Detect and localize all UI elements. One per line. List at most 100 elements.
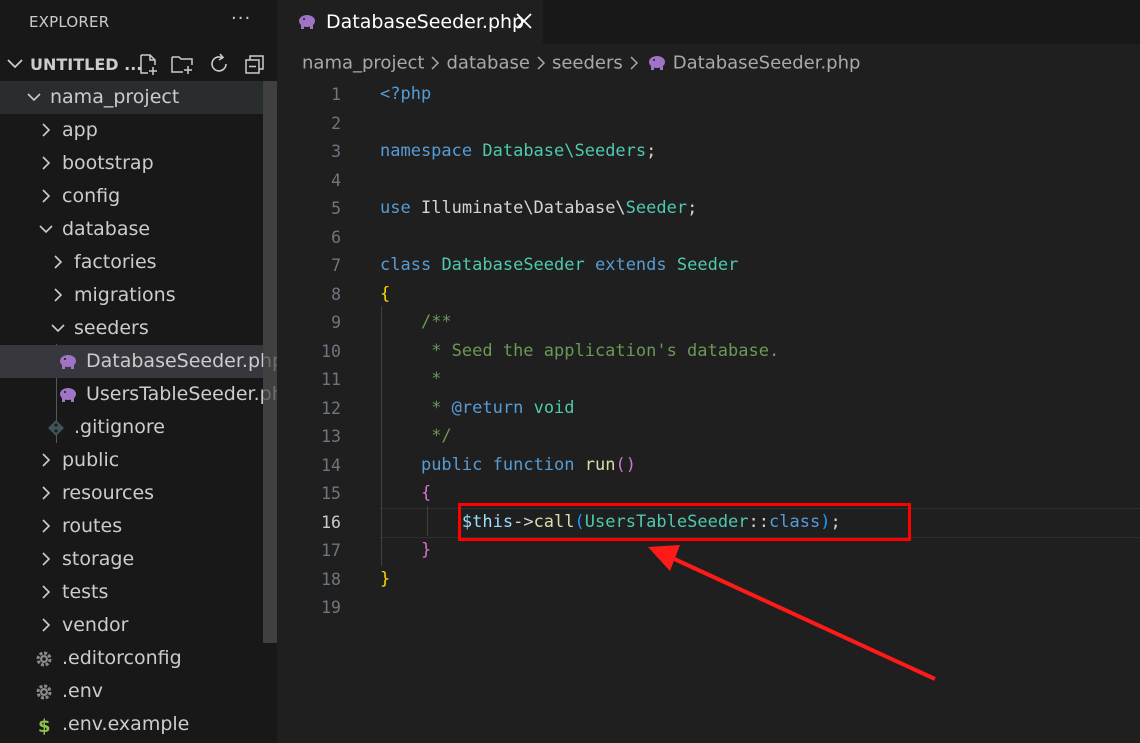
line-number: 7 — [331, 256, 341, 275]
tree-item-vendor[interactable]: vendor — [0, 609, 263, 642]
breadcrumb-item[interactable]: seeders — [552, 53, 623, 74]
line-number: 17 — [321, 541, 341, 560]
dollar-icon: $ — [38, 716, 51, 735]
code-token: */ — [420, 426, 452, 446]
code-line: class DatabaseSeeder extends Seeder — [380, 255, 738, 275]
tab-bar: DatabaseSeeder.php — [277, 0, 1140, 44]
svg-text:$: $ — [38, 716, 51, 735]
code-token: class — [380, 255, 432, 275]
tab-database-seeder[interactable]: DatabaseSeeder.php — [277, 0, 543, 44]
code-line: public function run() — [380, 455, 636, 475]
line-number: 12 — [321, 399, 341, 418]
breadcrumb-item[interactable]: nama_project — [302, 53, 424, 74]
sidebar-scrollbar[interactable] — [263, 81, 277, 643]
code-token: { — [380, 284, 391, 304]
tree-item-label: migrations — [74, 284, 176, 306]
line-number: 19 — [321, 598, 341, 617]
annotation-arrow — [648, 545, 936, 681]
tree-item-label: seeders — [74, 317, 149, 339]
code-token: namespace — [380, 141, 473, 161]
workspace-section-header[interactable]: UNTITLED ... — [0, 47, 277, 81]
code-line: use Illuminate\Database\Seeder; — [380, 198, 697, 218]
line-number: 6 — [331, 228, 341, 247]
line-number: 3 — [331, 142, 341, 161]
php-elephant-icon — [299, 15, 315, 29]
explorer-sidebar: EXPLORER ··· UNTITLED ... nama_project a… — [0, 0, 277, 743]
code-line: { — [380, 483, 431, 503]
tree-item-label: factories — [74, 251, 157, 273]
tree-item-app[interactable]: app — [0, 114, 263, 147]
chevron-right-icon — [54, 255, 63, 269]
tree-item-label: DatabaseSeeder.php — [86, 350, 277, 372]
tree-item-migrations[interactable]: migrations — [0, 279, 263, 312]
chevron-right-icon — [431, 56, 440, 70]
tab-label: DatabaseSeeder.php — [326, 11, 525, 33]
chevron-down-icon[interactable] — [6, 51, 24, 75]
tree-item-routes[interactable]: routes — [0, 510, 263, 543]
code-token: use — [380, 198, 411, 218]
code-line: namespace Database\Seeders; — [380, 141, 656, 161]
code-token: * Seed the application's database. — [420, 341, 780, 361]
line-number: 18 — [321, 570, 341, 589]
code-token: Seeder — [625, 198, 688, 218]
tree-item-env[interactable]: .env — [0, 675, 263, 708]
code-line: /** — [380, 312, 452, 332]
breadcrumb-item[interactable]: DatabaseSeeder.php — [673, 53, 861, 74]
tree-item-config[interactable]: config — [0, 180, 263, 213]
code-token: <?php — [380, 84, 432, 104]
line-number: 14 — [321, 456, 341, 475]
tree-item-label: .editorconfig — [62, 647, 182, 669]
code-token: run — [584, 455, 616, 475]
line-number: 1 — [331, 85, 341, 104]
line-number: 13 — [321, 427, 341, 446]
explorer-title: EXPLORER — [29, 13, 110, 31]
line-number: 9 — [331, 313, 341, 332]
more-actions-icon[interactable]: ··· — [231, 8, 251, 29]
line-number: 5 — [331, 199, 341, 218]
new-file-icon[interactable] — [136, 52, 160, 76]
code-token: extends — [594, 255, 667, 275]
code-token: Seeder — [676, 255, 739, 275]
tree-item-seeders[interactable]: seeders — [0, 312, 263, 345]
code-token: DatabaseSeeder — [441, 255, 585, 275]
php-elephant-icon — [60, 388, 76, 402]
tree-item-label: tests — [62, 581, 109, 603]
line-number: 4 — [331, 171, 341, 190]
code-line: } — [380, 540, 431, 560]
tree-item-label: .gitignore — [74, 416, 165, 438]
tree-item-tests[interactable]: tests — [0, 576, 263, 609]
tree-item-label: nama_project — [50, 86, 180, 108]
tree-item-label: storage — [62, 548, 135, 570]
tree-item-database[interactable]: database — [0, 213, 263, 246]
tree-item-factories[interactable]: factories — [0, 246, 263, 279]
code-token: function — [492, 455, 575, 475]
tree-item-editorconfig[interactable]: .editorconfig — [0, 642, 263, 675]
code-token: { — [420, 483, 432, 503]
chevron-right-icon — [42, 156, 51, 170]
refresh-icon[interactable] — [207, 52, 231, 76]
tree-item-resources[interactable]: resources — [0, 477, 263, 510]
git-icon — [48, 420, 64, 436]
tree-item-public[interactable]: public — [0, 444, 263, 477]
breadcrumb-item[interactable]: database — [446, 53, 529, 74]
tree-item-storage[interactable]: storage — [0, 543, 263, 576]
code-line: * Seed the application's database. — [380, 341, 779, 361]
tree-item-database-seeder[interactable]: DatabaseSeeder.php — [0, 345, 277, 378]
tree-item-label: config — [62, 185, 121, 207]
tree-item-label: bootstrap — [62, 152, 154, 174]
new-folder-icon[interactable] — [170, 52, 194, 76]
tree-item-env-example[interactable]: $ .env.example — [0, 708, 263, 741]
chevron-right-icon — [54, 288, 63, 302]
tree-item-bootstrap[interactable]: bootstrap — [0, 147, 263, 180]
gear-icon — [36, 651, 52, 667]
close-icon[interactable] — [514, 9, 534, 33]
tree-item-gitignore[interactable]: .gitignore — [0, 411, 263, 444]
collapse-all-icon[interactable] — [243, 52, 267, 76]
code-token: () — [615, 455, 636, 475]
tree-item-label: .env — [62, 680, 104, 702]
chevron-right-icon — [42, 519, 51, 533]
tree-item-users-table-seeder[interactable]: UsersTableSeeder.php — [0, 378, 277, 411]
tree-item-label: routes — [62, 515, 123, 537]
code-line: } — [380, 569, 390, 589]
tree-item-nama-project[interactable]: nama_project — [0, 81, 263, 114]
